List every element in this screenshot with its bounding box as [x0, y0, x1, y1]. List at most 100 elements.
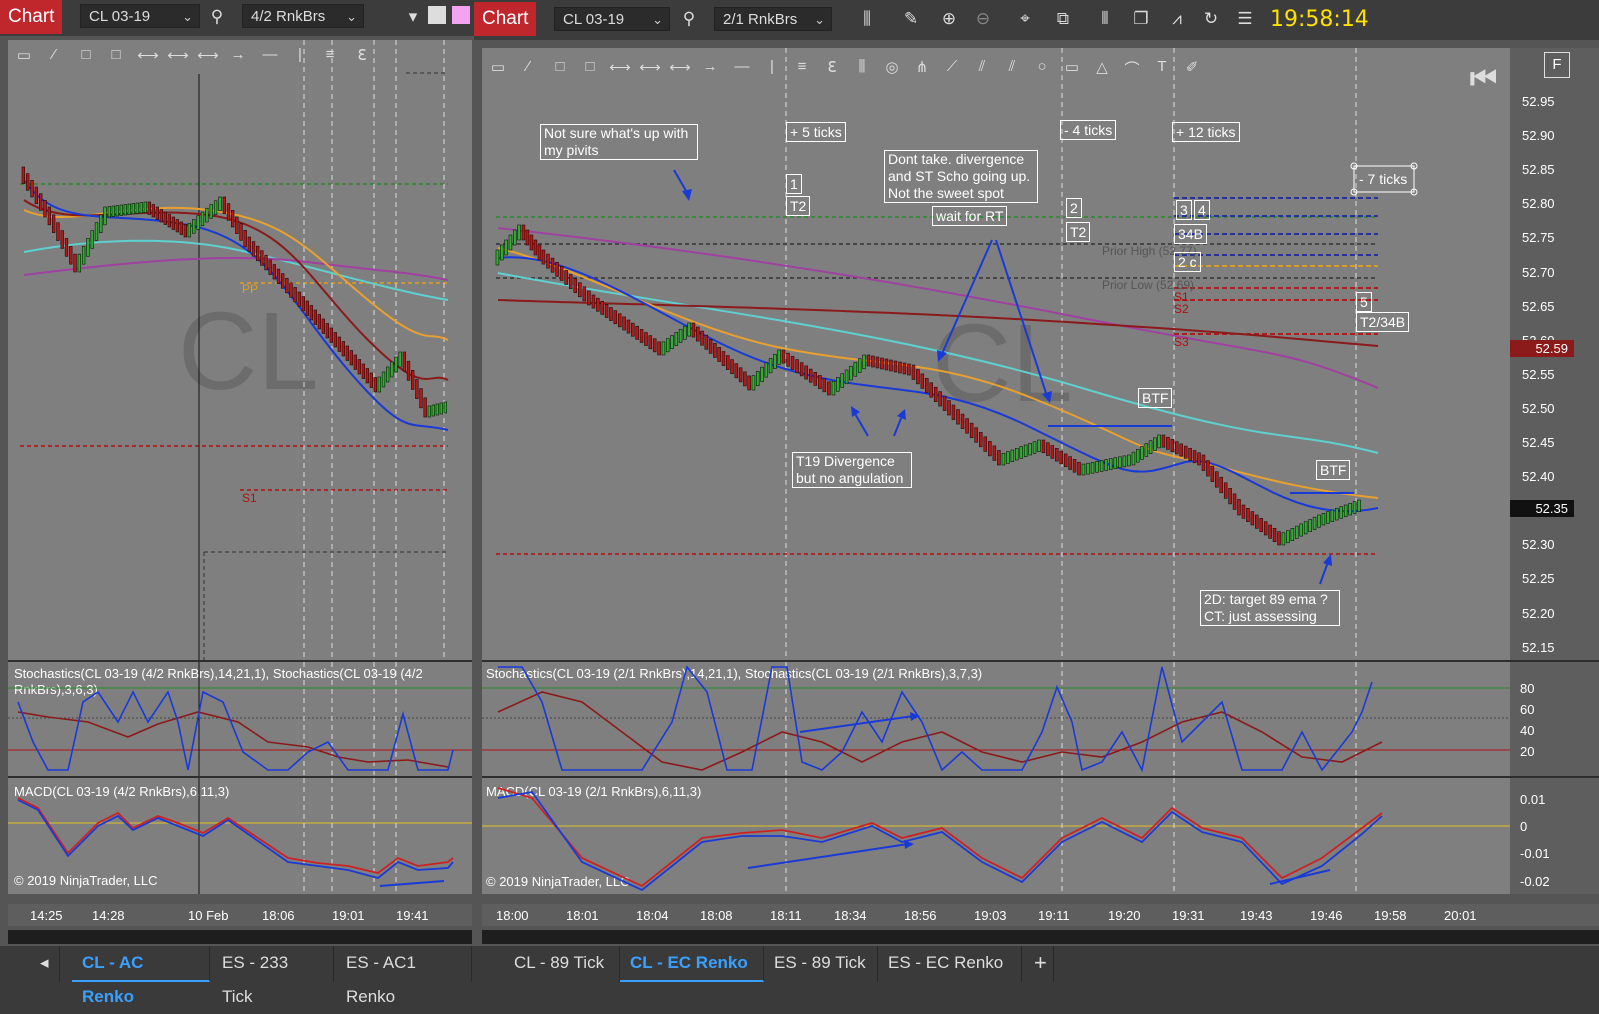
renko-brick	[920, 373, 925, 389]
left-bartype-select[interactable]: 4/2 RnkBrs ⌄	[242, 4, 364, 28]
renko-brick	[1170, 439, 1175, 452]
note-wait-for-rt[interactable]: wait for RT	[932, 206, 1008, 226]
renko-brick	[1223, 482, 1228, 499]
renko-brick	[1140, 446, 1144, 460]
tag-t2-first[interactable]: T2	[786, 196, 811, 216]
renko-brick	[77, 253, 82, 273]
renko-brick	[143, 201, 148, 213]
renko-brick	[394, 356, 398, 373]
tab-cl-ec-renko[interactable]: CL - EC Renko	[620, 946, 764, 982]
tag-1[interactable]: 1	[786, 174, 802, 194]
tag-4[interactable]: 4	[1194, 200, 1210, 220]
left-chart-menu[interactable]: Chart	[0, 0, 62, 34]
left-macd-panel[interactable]: MACD(CL 03-19 (4/2 RnkBrs),6,11,3) © 201…	[8, 778, 472, 894]
renko-brick	[99, 214, 103, 234]
renko-brick	[751, 375, 756, 391]
renko-brick	[1050, 445, 1055, 459]
right-candles	[495, 224, 1361, 546]
renko-brick	[635, 325, 639, 340]
tag-5[interactable]: 5	[1356, 292, 1372, 312]
renko-brick	[1090, 461, 1095, 474]
tab-es-ac1-renko[interactable]: ES - AC1 Renko	[336, 946, 472, 1006]
right-macd-panel[interactable]: MACD(CL 03-19 (2/1 RnkBrs),6,11,3) © 201…	[482, 778, 1510, 894]
renko-brick	[321, 318, 326, 334]
right-bartype-value: 2/1 RnkBrs	[723, 11, 798, 28]
dropdown-arrow-icon[interactable]: ▾	[402, 6, 424, 28]
right-instrument-select[interactable]: CL 03-19 ⌄	[554, 7, 670, 31]
renko-brick	[1015, 448, 1019, 461]
note-minus4-ticks[interactable]: - 4 ticks	[1060, 120, 1117, 140]
tag-t2-second[interactable]: T2	[1066, 222, 1091, 242]
renko-brick	[652, 338, 657, 353]
chart-trader-icon[interactable]: ⫴	[1094, 8, 1116, 30]
renko-brick	[1086, 462, 1090, 475]
add-tab-button[interactable]: +	[1024, 946, 1054, 982]
renko-brick	[670, 335, 674, 350]
tab-es-233-tick[interactable]: ES - 233 Tick	[212, 946, 334, 1006]
search-icon[interactable]: ⚲	[678, 8, 700, 30]
right-chart-menu[interactable]: Chart	[474, 2, 536, 36]
data-box-icon[interactable]: ⧉	[1052, 8, 1074, 30]
left-price-panel[interactable]: ▭ ⁄ □ □ ⟷ ⟷ ⟷ → — | ≡ ℇ CL PP S1	[8, 40, 472, 660]
right-stochastics-panel[interactable]: Stochastics(CL 03-19 (2/1 RnkBrs),14,21,…	[482, 662, 1510, 776]
bars-style-icon[interactable]: ⫼	[856, 8, 878, 30]
tag-2c[interactable]: 2 c	[1174, 252, 1201, 272]
renko-brick	[1157, 434, 1161, 449]
tag-3[interactable]: 3	[1176, 200, 1192, 220]
tab-es-89-tick[interactable]: ES - 89 Tick	[764, 946, 878, 982]
tag-2[interactable]: 2	[1066, 198, 1082, 218]
renko-brick	[337, 336, 342, 352]
renko-brick	[251, 241, 256, 257]
color-swatch-gray[interactable]	[428, 6, 446, 24]
f-button[interactable]: F	[1544, 52, 1570, 78]
templates-icon[interactable]: ❐	[1130, 8, 1152, 30]
renko-brick	[648, 335, 653, 350]
right-price-panel[interactable]: ▭ ⁄ □ □ ⟷ ⟷ ⟷ → — | ≡ ℇ ⫼ ◎ ⋔ ⟋ ⫽ ⫽ ○ ▭ …	[482, 48, 1510, 660]
renko-brick	[734, 363, 739, 379]
renko-brick	[738, 367, 743, 383]
tab-cl-ac-renko[interactable]: CL - AC Renko	[72, 946, 210, 1006]
tag-t2-34b[interactable]: T2/34B	[1356, 312, 1410, 332]
left-stochastics-panel[interactable]: Stochastics(CL 03-19 (4/2 RnkBrs),14,21,…	[8, 662, 472, 776]
pencil-icon[interactable]: ✎	[900, 8, 922, 30]
color-swatch-pink[interactable]	[452, 6, 470, 24]
renko-brick	[644, 332, 648, 346]
renko-brick	[988, 441, 992, 457]
reload-icon[interactable]: ↻	[1200, 8, 1222, 30]
tab-scroll-left-icon[interactable]: ◂	[30, 946, 60, 982]
search-icon[interactable]: ⚲	[206, 6, 228, 28]
renko-brick	[555, 261, 559, 277]
right-price-axis[interactable]: F 52.95 52.90 52.85 52.80 52.75 52.70 52.65 52.…	[1510, 48, 1599, 660]
properties-icon[interactable]: ☰	[1234, 8, 1256, 30]
tag-34b[interactable]: 34B	[1174, 224, 1207, 244]
right-bartype-select[interactable]: 2/1 RnkBrs ⌄	[714, 7, 832, 31]
note-dont-take[interactable]: Dont take. divergence and ST Scho going …	[884, 150, 1038, 203]
price-axis-label: 52.95	[1522, 94, 1555, 109]
renko-brick	[256, 245, 260, 262]
note-plus12-ticks[interactable]: + 12 ticks	[1172, 122, 1240, 142]
tag-btf-second[interactable]: BTF	[1316, 460, 1351, 480]
renko-brick	[205, 207, 209, 223]
zoom-out-icon[interactable]: ⊖	[972, 8, 994, 30]
crosshair-icon[interactable]: ⌖	[1014, 8, 1036, 30]
right-horizontal-scrollbar[interactable]	[482, 930, 1599, 944]
left-horizontal-scrollbar[interactable]	[8, 930, 472, 944]
left-time-axis: 14:25 14:28 10 Feb 18:06 19:01 19:41	[8, 904, 472, 926]
renko-brick	[135, 202, 140, 214]
zoom-in-icon[interactable]: ⊕	[938, 8, 960, 30]
tab-es-ec-renko[interactable]: ES - EC Renko	[878, 946, 1022, 982]
note-t19-divergence[interactable]: T19 Divergence but no angulation	[792, 452, 912, 488]
renko-brick	[730, 359, 734, 375]
renko-brick	[1326, 511, 1330, 524]
left-instrument-select[interactable]: CL 03-19 ⌄	[80, 4, 200, 28]
note-pivots[interactable]: Not sure what's up with my pivits	[540, 124, 698, 160]
tag-btf-first[interactable]: BTF	[1138, 388, 1173, 408]
note-plus5-ticks[interactable]: + 5 ticks	[786, 122, 846, 142]
renko-brick	[992, 445, 997, 461]
left-price-plot: PP S1	[20, 40, 449, 660]
tab-cl-89-tick[interactable]: CL - 89 Tick	[504, 946, 620, 982]
renko-brick	[1348, 503, 1352, 516]
strategies-icon[interactable]: ⩘	[1166, 8, 1188, 30]
note-minus7-ticks[interactable]: - 7 ticks	[1356, 170, 1410, 188]
note-target-89-ema[interactable]: 2D: target 89 ema ? CT: just assessing	[1200, 590, 1340, 626]
